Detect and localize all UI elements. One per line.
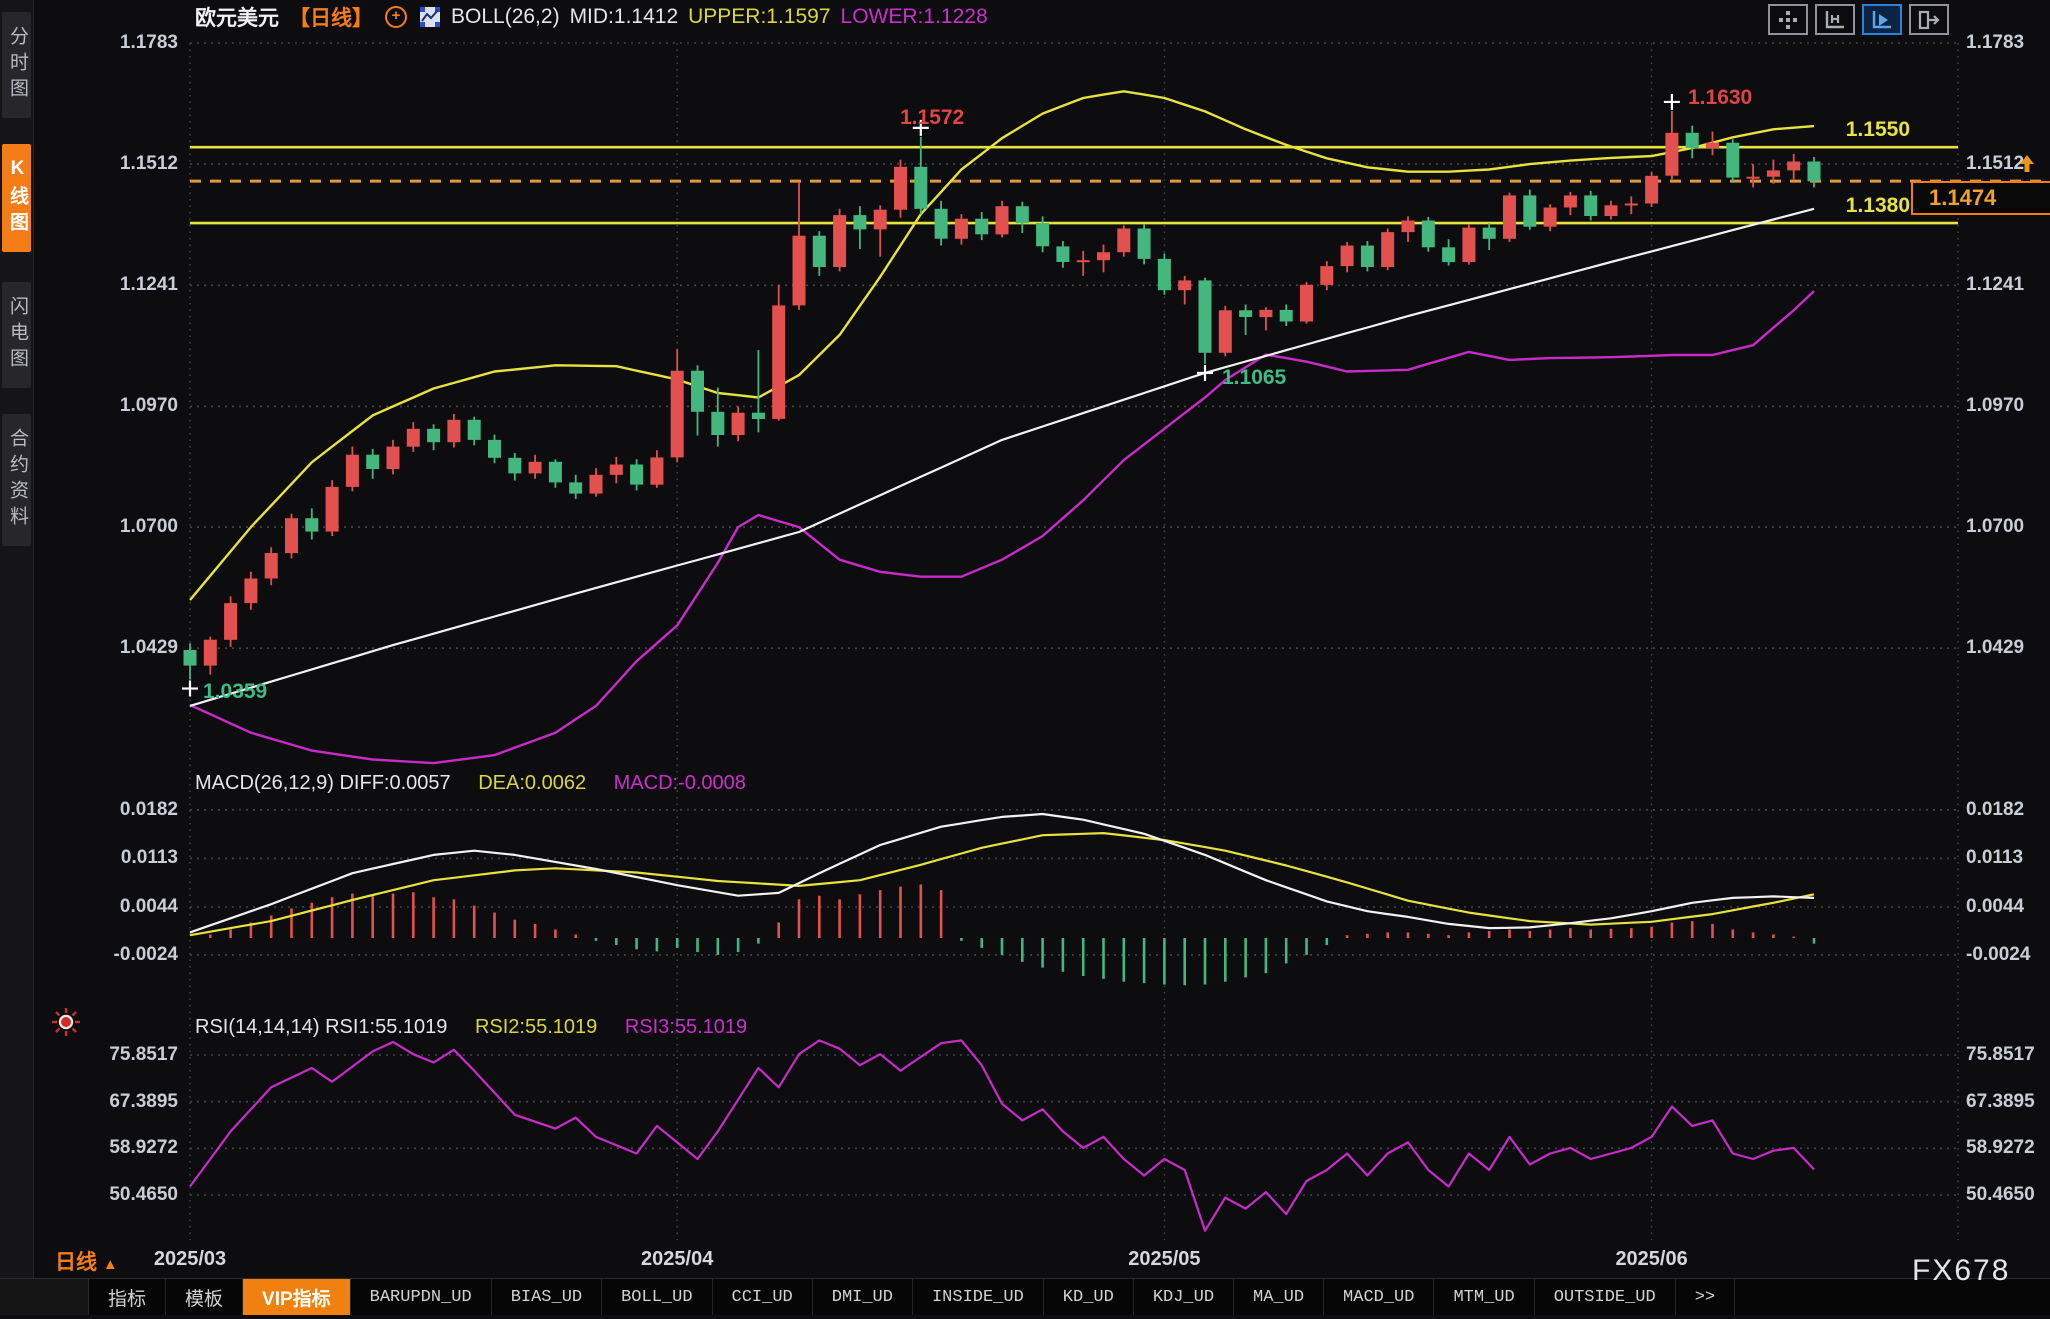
axis-tick: 1.1512: [58, 152, 178, 176]
tab-barupdn_ud[interactable]: BARUPDN_UD: [351, 1279, 492, 1315]
axis-tick: 58.9272: [1966, 1136, 2035, 1160]
axis-tick: 75.8517: [58, 1043, 178, 1067]
axis-tick: 0.0044: [1966, 895, 2024, 919]
axis-tick: 1.0700: [1966, 515, 2024, 539]
tabbar-spacer: [0, 1279, 89, 1315]
axis-tick: 67.3895: [1966, 1090, 2035, 1114]
axis-tick: 50.4650: [58, 1183, 178, 1207]
swing-low-label-may: 1.1065: [1222, 366, 1286, 390]
axis-tick: 75.8517: [1966, 1043, 2035, 1067]
tab-boll_ud[interactable]: BOLL_UD: [602, 1279, 712, 1315]
axis-tick: 1.1783: [1966, 31, 2024, 55]
tab-macd_ud[interactable]: MACD_UD: [1324, 1279, 1434, 1315]
boll-lower-value: LOWER:1.1228: [841, 5, 988, 29]
rsi2-value: RSI2:55.1019: [475, 1016, 597, 1038]
boll-indicator-label: BOLL(26,2): [451, 5, 560, 29]
period-selector-label: 日线: [55, 1251, 97, 1274]
date-tick: 2025/05: [1094, 1248, 1234, 1271]
macd-pane-header: MACD(26,12,9) DIFF:0.0057 DEA:0.0062 MAC…: [195, 772, 746, 795]
rsi3-value: RSI3:55.1019: [625, 1016, 747, 1038]
sidebar-item-time-chart[interactable]: 分时图: [2, 12, 31, 118]
last-price-flag: 1.1474: [1911, 181, 2050, 215]
macd-diff-value: MACD(26,12,9) DIFF:0.0057: [195, 772, 451, 794]
axis-tick: 1.1783: [58, 31, 178, 55]
axis-tick: 1.0429: [58, 636, 178, 660]
axis-tick: 0.0182: [1966, 798, 2024, 822]
symbol-title: 欧元美元: [195, 2, 279, 32]
app-root: { "header": { "symbol": "欧元美元", "period"…: [0, 0, 2050, 1314]
axis-tick: 67.3895: [58, 1090, 178, 1114]
indicator-tab-bar: 指标模板VIP指标BARUPDN_UDBIAS_UDBOLL_UDCCI_UDD…: [0, 1278, 2050, 1315]
tab-vip-[interactable]: VIP指标: [243, 1279, 351, 1315]
resistance-line-label: 1.1550: [1824, 118, 1910, 142]
axis-tick: 1.1241: [58, 273, 178, 297]
tab-cci_ud[interactable]: CCI_UD: [713, 1279, 813, 1315]
chart-header: 欧元美元 【日线】 + BOLL(26,2) MID:1.1412 UPPER:…: [195, 2, 988, 32]
chart-type-icon[interactable]: [419, 6, 441, 28]
swing-high-label-june: 1.1630: [1688, 86, 1752, 110]
axis-tick: 0.0113: [1966, 846, 2023, 870]
sidebar-item-contract-info[interactable]: 合约资料: [2, 414, 31, 546]
left-price-axis: 1.1783 1.1512 1.1241 1.0970 1.0700 1.0429 0.01…: [58, 0, 178, 1314]
sidebar-item-kline-chart[interactable]: K线图: [2, 144, 31, 252]
sidebar-item-flash-chart[interactable]: 闪电图: [2, 282, 31, 388]
tab--[interactable]: 模板: [166, 1279, 243, 1315]
tab-kd_ud[interactable]: KD_UD: [1044, 1279, 1134, 1315]
period-arrow-icon: ▲: [103, 1256, 118, 1273]
axis-tick: 1.0970: [1966, 394, 2024, 418]
price-up-arrow-icon: [2014, 152, 2040, 183]
chart-toolbar: [1768, 4, 1949, 35]
indicator-settings-icon[interactable]: [50, 1006, 82, 1043]
tab--[interactable]: 指标: [89, 1279, 166, 1315]
chart-type-sidebar: 分时图 K线图 闪电图 合约资料: [0, 0, 34, 1314]
swing-low-label-march: 1.0359: [203, 680, 267, 704]
axis-tick: -0.0024: [58, 943, 178, 967]
date-tick: 2025/04: [607, 1248, 747, 1271]
rsi-pane-header: RSI(14,14,14) RSI1:55.1019 RSI2:55.1019 …: [195, 1016, 747, 1039]
add-indicator-icon[interactable]: +: [385, 6, 407, 28]
chart-canvas[interactable]: [0, 0, 2050, 1314]
support-line-label: 1.1380: [1824, 194, 1910, 218]
date-tick: 2025/06: [1582, 1248, 1722, 1271]
boll-mid-value: MID:1.1412: [570, 5, 679, 29]
measure-icon[interactable]: [1815, 4, 1855, 35]
tab-inside_ud[interactable]: INSIDE_UD: [913, 1279, 1044, 1315]
swing-high-label-april: 1.1572: [900, 106, 964, 130]
tab-bias_ud[interactable]: BIAS_UD: [492, 1279, 602, 1315]
axis-tick: -0.0024: [1966, 943, 2030, 967]
macd-hist-value: MACD:-0.0008: [614, 772, 746, 794]
axis-tick: 0.0182: [58, 798, 178, 822]
tab-ma_ud[interactable]: MA_UD: [1234, 1279, 1324, 1315]
axis-tick: 58.9272: [58, 1136, 178, 1160]
period-tag[interactable]: 【日线】: [289, 2, 373, 32]
collapse-panel-icon[interactable]: [1909, 4, 1949, 35]
date-tick: 2025/03: [120, 1248, 260, 1271]
axis-tick: 1.1241: [1966, 273, 2024, 297]
axis-tick: 1.0429: [1966, 636, 2024, 660]
axis-tick: 50.4650: [1966, 1183, 2035, 1207]
rsi1-value: RSI(14,14,14) RSI1:55.1019: [195, 1016, 447, 1038]
zoom-run-icon[interactable]: [1862, 4, 1902, 35]
tab-outside_ud[interactable]: OUTSIDE_UD: [1535, 1279, 1676, 1315]
tab->>[interactable]: >>: [1676, 1279, 1735, 1315]
axis-tick: 1.0700: [58, 515, 178, 539]
tab-mtm_ud[interactable]: MTM_UD: [1434, 1279, 1534, 1315]
boll-upper-value: UPPER:1.1597: [688, 5, 830, 29]
tab-kdj_ud[interactable]: KDJ_UD: [1134, 1279, 1234, 1315]
axis-tick: 0.0044: [58, 895, 178, 919]
axis-tick: 0.0113: [58, 846, 178, 870]
fx678-watermark: FX678: [1912, 1254, 2010, 1288]
axis-tick: 1.0970: [58, 394, 178, 418]
pan-icon[interactable]: [1768, 4, 1808, 35]
macd-dea-value: DEA:0.0062: [478, 772, 586, 794]
tab-dmi_ud[interactable]: DMI_UD: [813, 1279, 913, 1315]
period-selector[interactable]: 日线 ▲: [55, 1246, 118, 1276]
